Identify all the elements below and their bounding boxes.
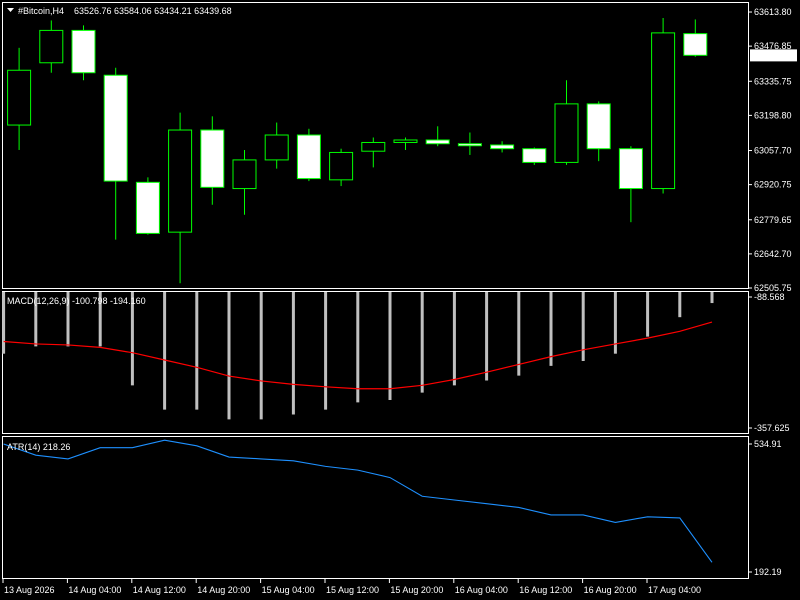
candle-body (554, 103, 579, 163)
price-candles (7, 17, 708, 284)
candle-body (522, 148, 547, 163)
candle-body (683, 33, 708, 56)
candle-body (651, 32, 676, 190)
candle-body (7, 69, 32, 126)
time-axis-label: 15 Aug 20:00 (390, 585, 443, 595)
atr-panel-frame (2, 436, 749, 579)
candle-body (586, 103, 611, 150)
candle-body (361, 141, 386, 152)
time-axis-label: 14 Aug 12:00 (133, 585, 186, 595)
price-axis-label: 63613.80 (754, 7, 792, 17)
macd-axis-label: -88.568 (754, 292, 785, 302)
time-axis-label: 14 Aug 04:00 (68, 585, 121, 595)
time-axis-label: 15 Aug 12:00 (326, 585, 379, 595)
macd-axis-label: -357.625 (754, 423, 790, 433)
atr-header: ATR(14) 218.26 (7, 442, 70, 452)
candle-body (329, 151, 354, 181)
time-axis-label: 16 Aug 04:00 (455, 585, 508, 595)
time-axis-label: 13 Aug 2026 (4, 585, 55, 595)
candle-body (296, 134, 321, 180)
time-axis-label: 16 Aug 12:00 (519, 585, 572, 595)
price-axis-label: 62642.70 (754, 249, 792, 259)
price-header-ohlc: 63526.76 63584.06 63434.21 63439.68 (74, 6, 232, 16)
current-price-label: 63439.68 (754, 50, 792, 60)
candle-body (71, 29, 96, 74)
time-axis-label: 15 Aug 04:00 (262, 585, 315, 595)
price-axis-label: 63335.75 (754, 76, 792, 86)
candle-body (103, 74, 128, 182)
candle-body (618, 148, 643, 190)
atr-axis-label: 192.19 (754, 567, 782, 577)
candle-body (168, 129, 193, 233)
candle-body (425, 139, 450, 145)
price-axis-label: 63198.80 (754, 110, 792, 120)
candle-body (39, 29, 64, 64)
price-header-symbol: #Bitcoin,H4 (18, 6, 64, 16)
atr-line (3, 439, 713, 563)
macd-header: MACD(12,26,9) -100.798 -194.160 (7, 296, 146, 306)
candle-body (490, 144, 515, 150)
chart-svg[interactable]: 63613.8063476.8563335.7563198.8063057.70… (0, 0, 800, 600)
candle-body (200, 129, 225, 188)
time-axis-label: 16 Aug 20:00 (584, 585, 637, 595)
time-axis-label: 17 Aug 04:00 (648, 585, 701, 595)
candle-body (264, 134, 289, 161)
atr-axis-label: 534.91 (754, 439, 782, 449)
candle-body (135, 181, 160, 234)
candle-body (393, 139, 418, 143)
price-axis-label: 62779.65 (754, 215, 792, 225)
price-axis-label: 63057.70 (754, 146, 792, 156)
atr-series (3, 439, 713, 563)
dropdown-triangle-icon[interactable] (7, 8, 14, 12)
macd-panel-frame (2, 291, 749, 434)
time-axis-label: 14 Aug 20:00 (197, 585, 250, 595)
macd-series (2, 292, 714, 420)
candle-body (457, 143, 482, 147)
candle-body (232, 159, 257, 190)
price-axis-label: 62920.75 (754, 180, 792, 190)
